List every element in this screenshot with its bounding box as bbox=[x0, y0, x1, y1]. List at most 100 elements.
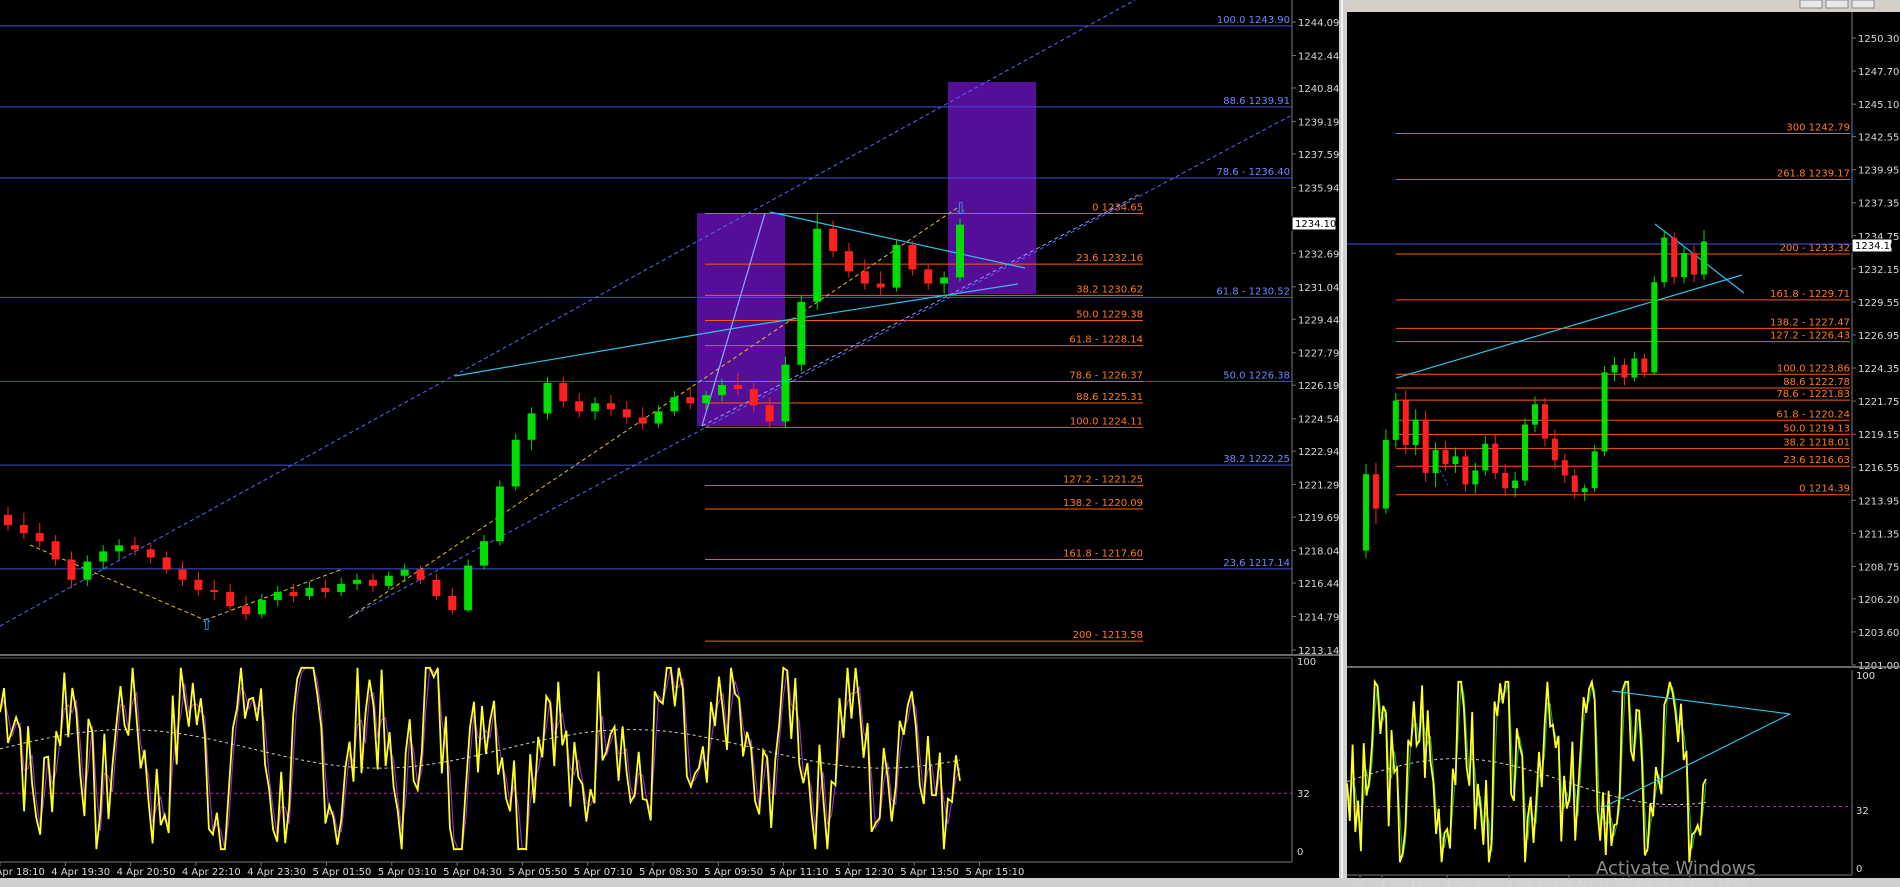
right-axis-tick-label: 1250.30 bbox=[1858, 34, 1899, 45]
candle-body bbox=[305, 587, 314, 597]
fib-orange-label: 88.6 1225.31 bbox=[1076, 392, 1143, 403]
left-current-price: 1234.10 bbox=[1295, 219, 1336, 230]
right-axis-tick-label: 1213.95 bbox=[1858, 496, 1899, 507]
right-time-label: 4 Apr 13:25 bbox=[1507, 878, 1566, 887]
candle-body bbox=[368, 579, 377, 586]
right-time-label: 5 Apr 06:00 bbox=[1627, 878, 1686, 887]
right-axis-tick-label: 1206.20 bbox=[1858, 595, 1899, 606]
candle-body bbox=[51, 541, 60, 560]
left-time-label: 5 Apr 04:30 bbox=[443, 867, 502, 878]
candle-body bbox=[829, 228, 838, 252]
candle-body bbox=[670, 397, 679, 412]
maximize-button[interactable] bbox=[1825, 0, 1849, 9]
right-candle-body bbox=[1611, 364, 1618, 373]
right-fib-orange-label: 300 1242.79 bbox=[1786, 123, 1850, 134]
candle-body bbox=[543, 382, 552, 414]
right-candle-body bbox=[1561, 460, 1568, 476]
trading-terminal: 100.0 1243.90 88.6 1239.91 78.6 - 1236.40 6… bbox=[0, 0, 1900, 887]
close-button[interactable] bbox=[1851, 0, 1875, 9]
candle-body bbox=[321, 587, 330, 592]
left-time-label: 5 Apr 08:30 bbox=[639, 867, 698, 878]
right-axis-tick-label: 1239.95 bbox=[1858, 166, 1899, 177]
candle-body bbox=[162, 557, 171, 570]
left-stoch-tick-32: 32 bbox=[1297, 789, 1310, 800]
right-candle-body bbox=[1532, 404, 1538, 425]
candle-body bbox=[194, 579, 203, 590]
fib-blue-label: 23.6 1217.14 bbox=[1223, 558, 1290, 569]
fib-orange-label: 200 - 1213.58 bbox=[1073, 630, 1143, 641]
candle-body bbox=[178, 569, 187, 580]
left-time-label: 5 Apr 03:10 bbox=[378, 867, 437, 878]
right-time-label: 30 bbox=[1350, 878, 1363, 887]
fib-orange-label: 78.6 - 1226.37 bbox=[1069, 371, 1143, 382]
candle-body bbox=[940, 277, 949, 284]
right-candle-body bbox=[1462, 456, 1469, 485]
right-candle-body bbox=[1651, 282, 1658, 373]
right-candle-body bbox=[1621, 364, 1628, 378]
right-candle-body bbox=[1382, 439, 1389, 509]
candle-body bbox=[384, 575, 393, 586]
right-candle-body bbox=[1472, 470, 1479, 485]
candle-body bbox=[337, 583, 346, 592]
right-axis-tick-label: 1229.55 bbox=[1858, 298, 1899, 309]
right-time-label: 1 Apr 18:30 bbox=[1380, 878, 1439, 887]
right-axis-tick-label: 1237.35 bbox=[1858, 199, 1899, 210]
candle-body bbox=[432, 579, 441, 597]
candle-body bbox=[242, 606, 250, 615]
candle-body bbox=[591, 403, 600, 412]
right-axis-tick-label: 1247.70 bbox=[1858, 67, 1899, 78]
up-arrow-icon: ⇧ bbox=[200, 615, 213, 634]
left-axis-tick-label: 1227.79 bbox=[1298, 349, 1339, 360]
candle-body bbox=[210, 589, 219, 592]
right-candle-body bbox=[1601, 372, 1608, 452]
left-axis-tick-label: 1229.44 bbox=[1298, 315, 1339, 326]
right-fib-orange-label: 78.6 - 1221.83 bbox=[1776, 389, 1850, 400]
candle-body bbox=[860, 271, 869, 284]
candle-body bbox=[511, 439, 520, 487]
minimize-button[interactable] bbox=[1799, 0, 1823, 9]
fib-blue-label: 61.8 - 1230.52 bbox=[1216, 286, 1290, 297]
right-candle-body bbox=[1512, 480, 1519, 489]
fib-blue-label: 78.6 - 1236.40 bbox=[1216, 167, 1290, 178]
candle-body bbox=[559, 382, 568, 402]
fib-orange-label: 138.2 - 1220.09 bbox=[1063, 498, 1143, 509]
right-candle-body bbox=[1671, 237, 1678, 278]
left-axis-tick-label: 1235.94 bbox=[1298, 183, 1339, 194]
right-axis-tick-label: 1208.75 bbox=[1858, 562, 1899, 573]
left-axis-tick-label: 1218.04 bbox=[1298, 547, 1339, 558]
right-fib-orange-label: 161.8 - 1229.71 bbox=[1770, 289, 1850, 300]
right-candle-body bbox=[1363, 474, 1369, 551]
right-candle-body bbox=[1502, 472, 1509, 489]
right-candle-body bbox=[1482, 443, 1489, 471]
right-axis-tick-label: 1232.15 bbox=[1858, 265, 1899, 276]
candle-body bbox=[654, 411, 663, 424]
right-fib-orange-label: 261.8 1239.17 bbox=[1777, 169, 1850, 180]
candle-body bbox=[765, 405, 774, 422]
right-candle-body bbox=[1402, 400, 1409, 445]
right-fib-orange-label: 100.0 1223.86 bbox=[1777, 363, 1850, 374]
left-time-label: 4 Apr 22:10 bbox=[182, 867, 241, 878]
left-axis-tick-label: 1239.19 bbox=[1298, 117, 1339, 128]
candle-body bbox=[273, 591, 282, 601]
right-time-label: 4 Apr 21:25 bbox=[1567, 878, 1626, 887]
candle-body bbox=[781, 364, 790, 422]
candle-body bbox=[19, 525, 28, 534]
candle-body bbox=[67, 559, 76, 580]
right-time-label: 5 Apr 14:00 bbox=[1688, 878, 1747, 887]
fib-blue-label: 88.6 1239.91 bbox=[1223, 96, 1290, 107]
candle-body bbox=[908, 244, 917, 270]
right-candle-body bbox=[1551, 438, 1558, 461]
right-candle-body bbox=[1372, 474, 1379, 509]
right-fib-orange-label: 61.8 - 1220.24 bbox=[1776, 409, 1850, 420]
left-axis-tick-label: 1244.09 bbox=[1298, 18, 1339, 29]
activate-windows-watermark: Activate Windows bbox=[1596, 858, 1756, 879]
right-fib-orange-label: 138.2 - 1227.47 bbox=[1770, 317, 1850, 328]
fib-orange-label: 23.6 1232.16 bbox=[1076, 253, 1143, 264]
candle-body bbox=[844, 251, 853, 272]
left-time-label: 5 Apr 12:30 bbox=[835, 867, 894, 878]
right-candle-body bbox=[1492, 443, 1499, 473]
candle-body bbox=[83, 561, 92, 580]
left-time-label: 5 Apr 07:10 bbox=[574, 867, 633, 878]
candle-body bbox=[876, 283, 885, 288]
right-candle-body bbox=[1442, 450, 1449, 465]
